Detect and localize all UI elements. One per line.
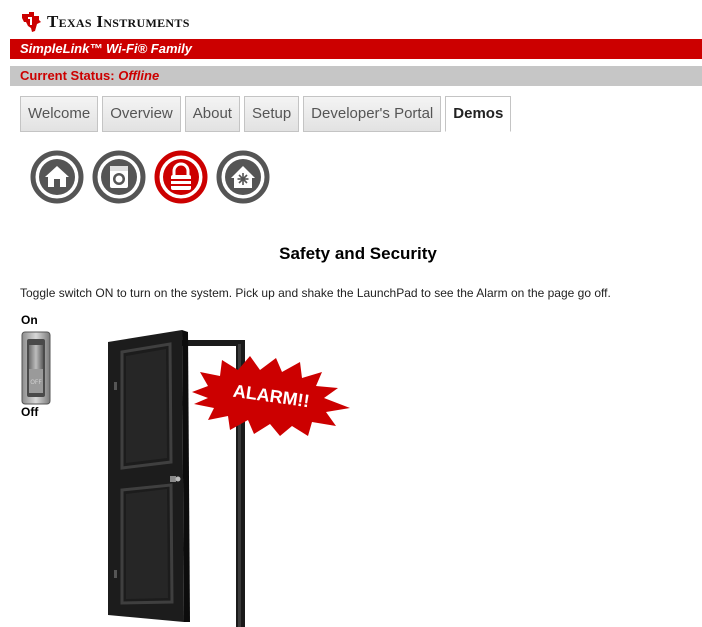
home-icon[interactable] <box>30 150 84 204</box>
ti-logo-icon <box>22 12 41 32</box>
page: Texas Instruments SimpleLink™ Wi-Fi® Fam… <box>0 0 702 627</box>
page-title: Safety and Security <box>279 244 437 263</box>
tab-about[interactable]: About <box>184 96 240 132</box>
product-bar: SimpleLink™ Wi-Fi® Family <box>10 39 702 59</box>
system-toggle-switch[interactable]: OFF <box>21 331 51 405</box>
main-tabs: Welcome Overview About Setup Developer's… <box>20 96 512 132</box>
instructions-text: Toggle switch ON to turn on the system. … <box>20 286 611 300</box>
tab-developers-portal[interactable]: Developer's Portal <box>303 96 442 132</box>
product-name: SimpleLink™ Wi-Fi® Family <box>20 41 192 56</box>
tab-demos[interactable]: Demos <box>445 96 512 132</box>
home-climate-icon[interactable] <box>216 150 270 204</box>
tab-setup[interactable]: Setup <box>243 96 300 132</box>
status-value: Offline <box>118 68 160 83</box>
washer-icon[interactable] <box>92 150 146 204</box>
tab-welcome[interactable]: Welcome <box>20 96 99 132</box>
switch-knob-label: OFF <box>30 379 42 386</box>
alarm-burst: ALARM!! <box>192 356 350 436</box>
status-bar: Current Status: Offline <box>10 66 702 86</box>
status-label: Current Status: <box>20 68 115 83</box>
demo-icon-bar <box>30 150 270 204</box>
brand-name: Texas Instruments <box>47 12 190 31</box>
lock-icon[interactable] <box>154 150 208 204</box>
brand-logo[interactable]: Texas Instruments <box>20 10 190 34</box>
switch-off-label: Off <box>21 405 39 419</box>
switch-on-label: On <box>21 313 38 327</box>
tab-overview[interactable]: Overview <box>102 96 181 132</box>
